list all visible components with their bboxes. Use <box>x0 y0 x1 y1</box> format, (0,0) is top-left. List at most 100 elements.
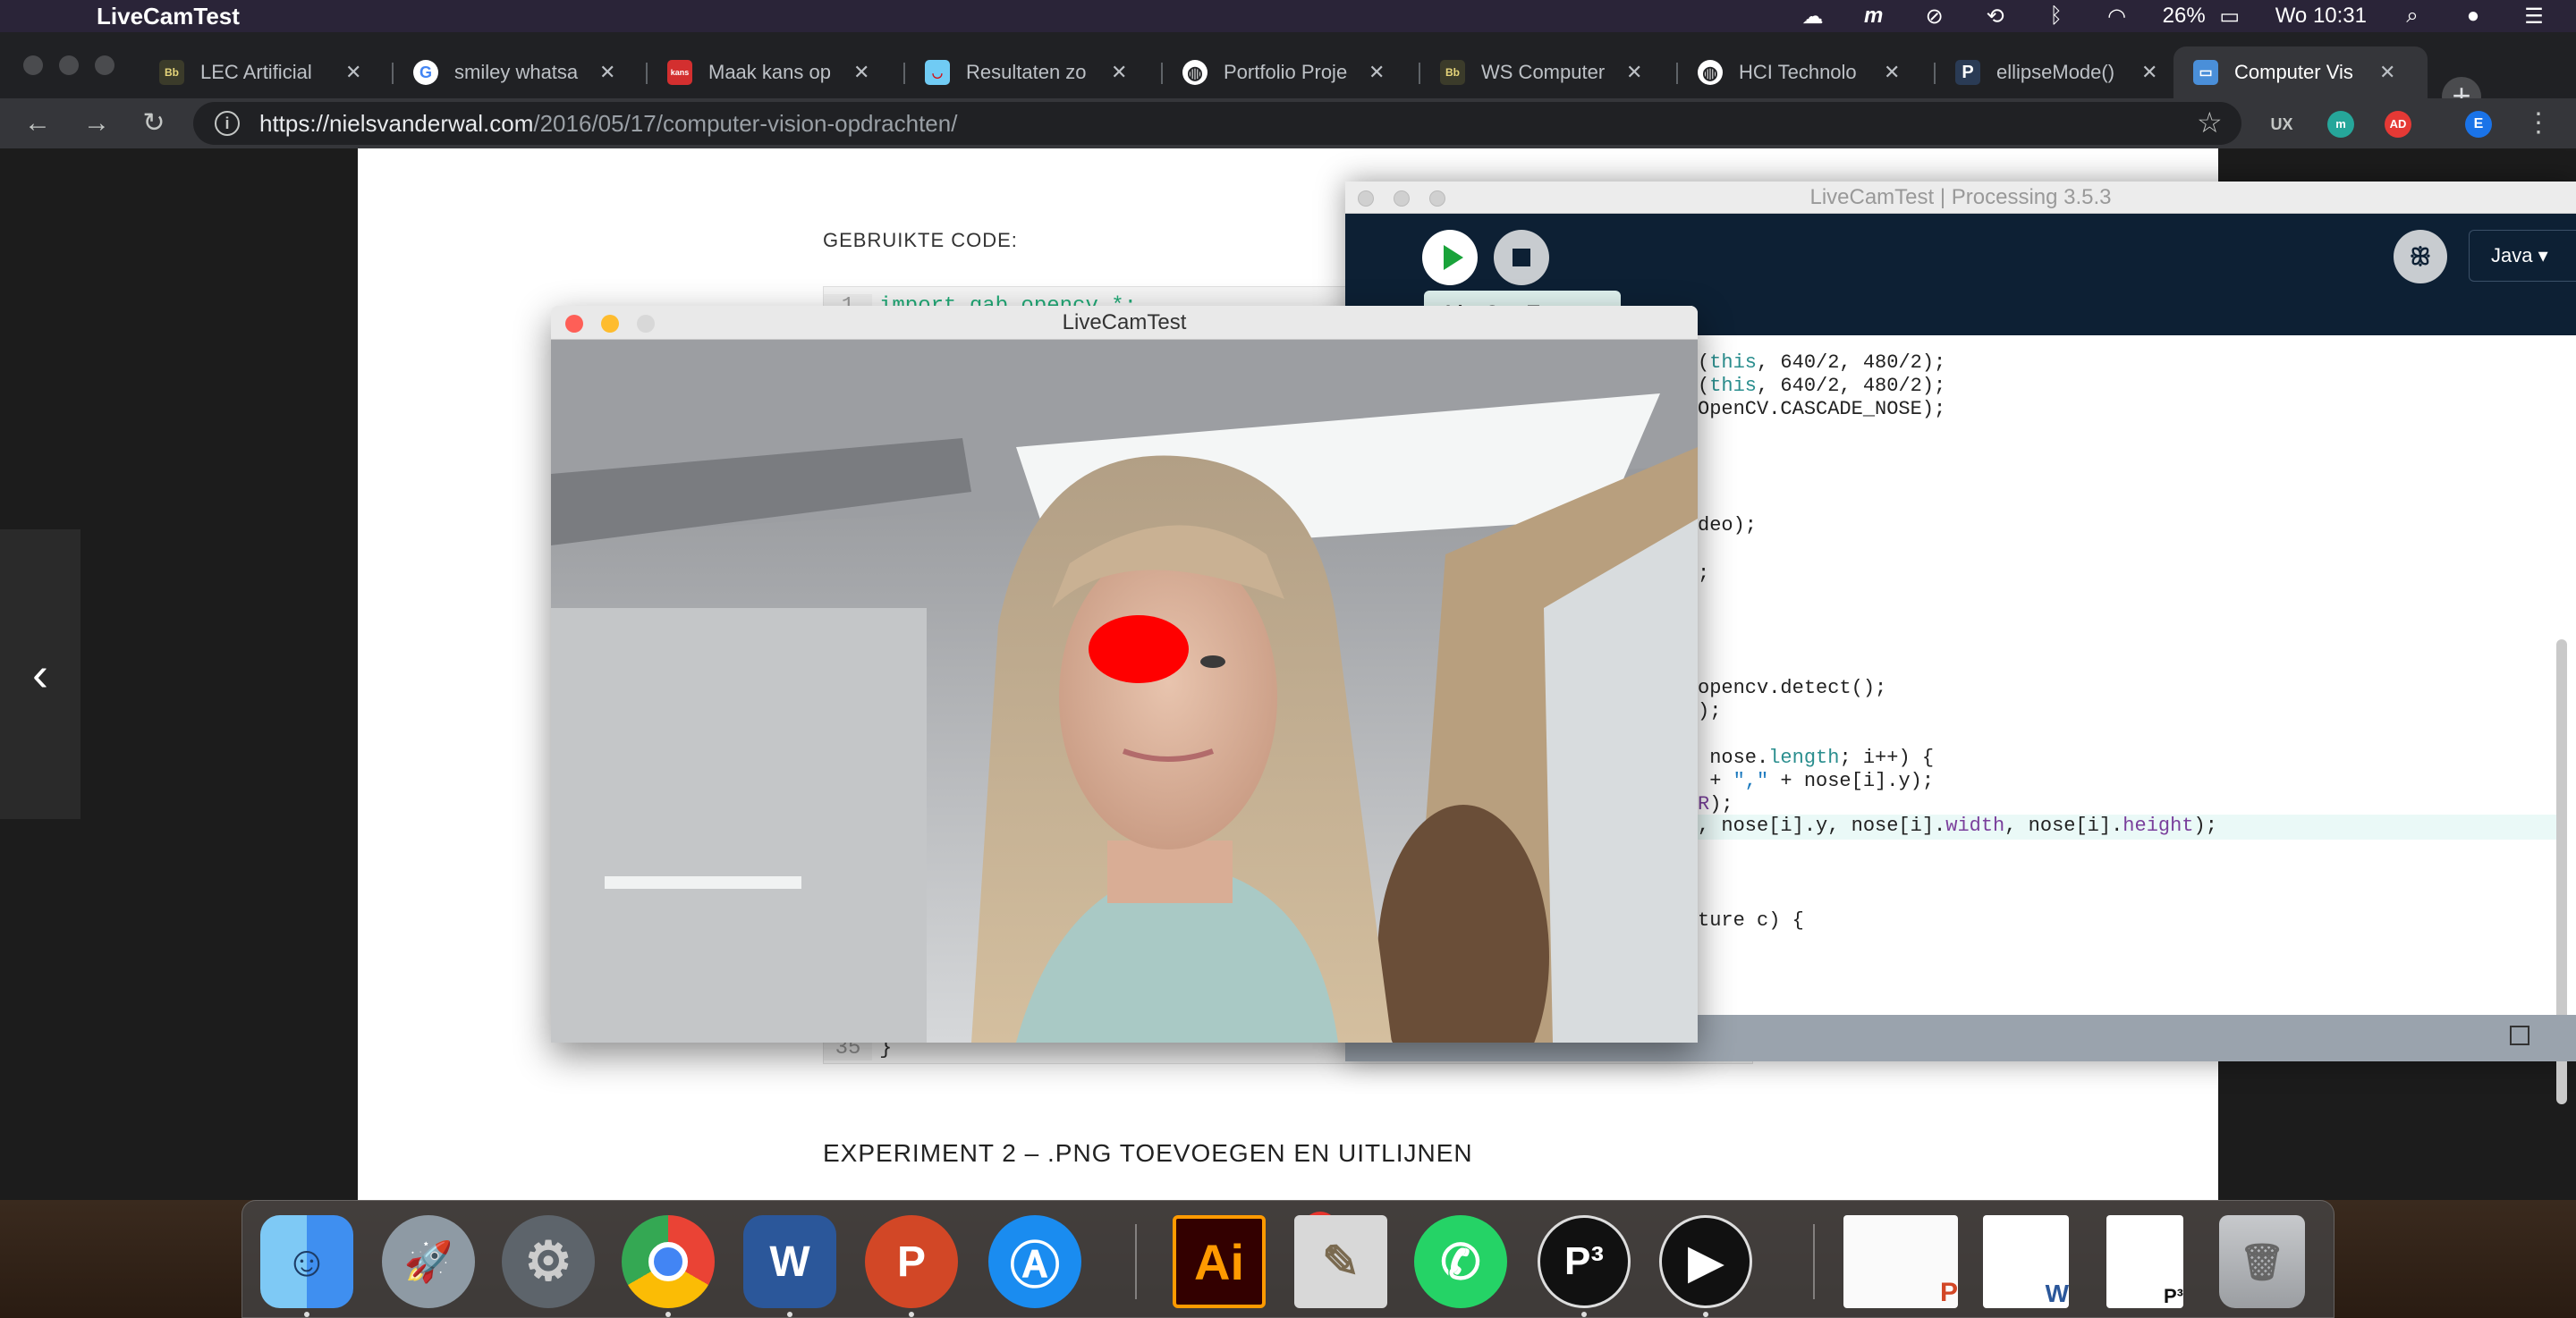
processing-document-icon[interactable]: P³ <box>2106 1215 2183 1308</box>
ux-extension-icon[interactable]: UX <box>2268 111 2295 138</box>
document-favicon-icon: ▭ <box>2193 60 2218 85</box>
code-line: deo); <box>1698 514 1758 536</box>
code-line: + "," + nose[i].y); <box>1698 770 1935 792</box>
browser-tab[interactable]: kans Maak kans op ✕ <box>648 46 902 98</box>
menu-bar-clock[interactable]: Wo 10:31 <box>2275 4 2367 29</box>
minimize-window-button[interactable] <box>59 55 79 75</box>
stop-sketch-button[interactable] <box>1494 230 1549 285</box>
ide-zoom-button[interactable] <box>1429 190 1445 207</box>
trash-icon[interactable]: 🗑 <box>2219 1215 2305 1308</box>
creative-cloud-icon[interactable]: ☁ <box>1798 4 1828 29</box>
zoom-window-button[interactable] <box>95 55 114 75</box>
battery-charging-icon[interactable]: ▭ <box>2215 4 2245 29</box>
ide-window-title: LiveCamTest | Processing 3.5.3 <box>1809 185 2112 209</box>
debugger-butterfly-icon[interactable]: ꕥ <box>2394 230 2447 283</box>
siri-icon[interactable]: ● <box>2458 4 2488 28</box>
kans-favicon-icon: kans <box>667 60 692 85</box>
close-tab-icon[interactable]: ✕ <box>1368 61 1385 84</box>
globe-favicon-icon: ◍ <box>1698 60 1723 85</box>
close-tab-icon[interactable]: ✕ <box>345 61 361 84</box>
tab-title: smiley whatsa <box>454 61 579 83</box>
tab-title: LEC Artificial <box>200 61 312 83</box>
reload-icon[interactable]: ↻ <box>136 106 172 141</box>
browser-tab[interactable]: ◍ HCI Technolo ✕ <box>1678 46 1932 98</box>
tab-title: WS Computer <box>1481 61 1606 83</box>
ide-close-button[interactable] <box>1358 190 1374 207</box>
blackboard-favicon-icon: Bb <box>159 60 184 85</box>
sketch-minimize-button[interactable] <box>601 315 619 333</box>
illustrator-icon[interactable]: Ai <box>1173 1215 1266 1308</box>
sketch-output-window: LiveCamTest <box>551 306 1698 1043</box>
wifi-icon[interactable]: ◠ <box>2102 4 2132 29</box>
battery-percentage[interactable]: 26% <box>2163 4 2206 29</box>
bluetooth-icon[interactable]: ᛒ <box>2041 4 2072 28</box>
sketch-zoom-button[interactable] <box>637 315 655 333</box>
processing-player-icon[interactable]: ▶ <box>1659 1215 1752 1308</box>
close-window-button[interactable] <box>23 55 43 75</box>
browser-tab-active[interactable]: ▭ Computer Vis ✕ <box>2174 46 2428 98</box>
chrome-icon[interactable] <box>622 1215 715 1308</box>
profile-avatar[interactable]: E <box>2465 111 2492 138</box>
finder-icon[interactable]: ☺ <box>260 1215 353 1308</box>
active-app-name[interactable]: LiveCamTest <box>97 3 240 30</box>
browser-tab[interactable]: Bb WS Computer ✕ <box>1420 46 1674 98</box>
powerpoint-document-icon[interactable]: P <box>1843 1215 1958 1308</box>
desktop-wallpaper: ☺ 🚀 ⚙ W P Ⓐ 4 Ai ✎ ✆ P³ ▶ P W P³ 🗑 <box>0 1200 2576 1318</box>
tab-title: Resultaten zo <box>966 61 1087 83</box>
close-tab-icon[interactable]: ✕ <box>2379 61 2395 84</box>
system-preferences-icon[interactable]: ⚙ <box>502 1215 595 1308</box>
back-arrow-icon[interactable]: ← <box>20 106 55 141</box>
code-line: ); <box>1698 700 1722 722</box>
close-tab-icon[interactable]: ✕ <box>1884 61 1900 84</box>
notification-center-icon[interactable]: ☰ <box>2519 4 2549 29</box>
site-info-icon[interactable]: i <box>215 111 240 136</box>
code-line: R); <box>1698 793 1733 815</box>
url-path: /2016/05/17/computer-vision-opdrachten/ <box>533 109 958 137</box>
time-machine-icon[interactable]: ⟲ <box>1980 4 2011 29</box>
word-icon[interactable]: W <box>743 1215 836 1308</box>
sketch-close-button[interactable] <box>565 315 583 333</box>
mode-selector[interactable]: Java ▾ <box>2469 230 2576 282</box>
close-tab-icon[interactable]: ✕ <box>599 61 615 84</box>
google-favicon-icon: G <box>413 60 438 85</box>
forward-arrow-icon[interactable]: → <box>79 106 114 141</box>
m-extension-icon[interactable]: m <box>2327 111 2354 138</box>
tab-title: HCI Technolo <box>1739 61 1857 83</box>
browser-tab[interactable]: ◡ Resultaten zo ✕ <box>905 46 1159 98</box>
word-document-icon[interactable]: W <box>1983 1215 2069 1308</box>
ide-title-bar[interactable]: LiveCamTest | Processing 3.5.3 <box>1345 182 2576 214</box>
close-tab-icon[interactable]: ✕ <box>853 61 869 84</box>
browser-tab[interactable]: Bb LEC Artificial ✕ <box>140 46 390 98</box>
browser-tab[interactable]: G smiley whatsa ✕ <box>394 46 644 98</box>
m-menubar-icon[interactable]: m <box>1859 4 1889 28</box>
address-url[interactable]: https://nielsvanderwal.com/2016/05/17/co… <box>259 110 957 138</box>
close-tab-icon[interactable]: ✕ <box>1111 61 1127 84</box>
script-editor-icon[interactable]: ✎ <box>1294 1215 1387 1308</box>
menu-bar-status-area: ☁ m ⊘ ⟲ ᛒ ◠ 26% ▭ Wo 10:31 ⌕ ● ☰ <box>1798 0 2549 32</box>
console-toggle-icon[interactable] <box>2510 1026 2529 1045</box>
adblock-extension-icon[interactable]: AD <box>2385 111 2411 138</box>
close-tab-icon[interactable]: ✕ <box>1626 61 1642 84</box>
sync-icon[interactable]: ⊘ <box>1919 4 1950 29</box>
bookmark-star-icon[interactable]: ☆ <box>2197 106 2223 139</box>
run-sketch-button[interactable] <box>1422 230 1478 285</box>
webcam-feed <box>551 340 1698 1043</box>
sketch-title-bar[interactable]: LiveCamTest <box>551 306 1698 340</box>
tab-title: ellipseMode() <box>1996 61 2115 83</box>
close-tab-icon[interactable]: ✕ <box>2141 61 2157 84</box>
browser-tab[interactable]: P ellipseMode() ✕ <box>1936 46 2190 98</box>
address-bar[interactable]: i https://nielsvanderwal.com/2016/05/17/… <box>193 102 2241 145</box>
launchpad-icon[interactable]: 🚀 <box>382 1215 475 1308</box>
powerpoint-icon[interactable]: P <box>865 1215 958 1308</box>
carousel-previous-button[interactable]: ‹ <box>0 529 80 819</box>
processing-icon[interactable]: P³ <box>1538 1215 1631 1308</box>
code-line: ture c) { <box>1698 909 1804 932</box>
ide-minimize-button[interactable] <box>1394 190 1410 207</box>
app-store-icon[interactable]: Ⓐ <box>988 1215 1081 1308</box>
blackboard-favicon-icon: Bb <box>1440 60 1465 85</box>
spotlight-search-icon[interactable]: ⌕ <box>2397 4 2428 28</box>
code-line: ; <box>1698 562 1710 585</box>
chrome-menu-icon[interactable]: ⋮ <box>2521 106 2556 141</box>
whatsapp-icon[interactable]: ✆ <box>1414 1215 1507 1308</box>
browser-tab[interactable]: ◍ Portfolio Proje ✕ <box>1163 46 1417 98</box>
